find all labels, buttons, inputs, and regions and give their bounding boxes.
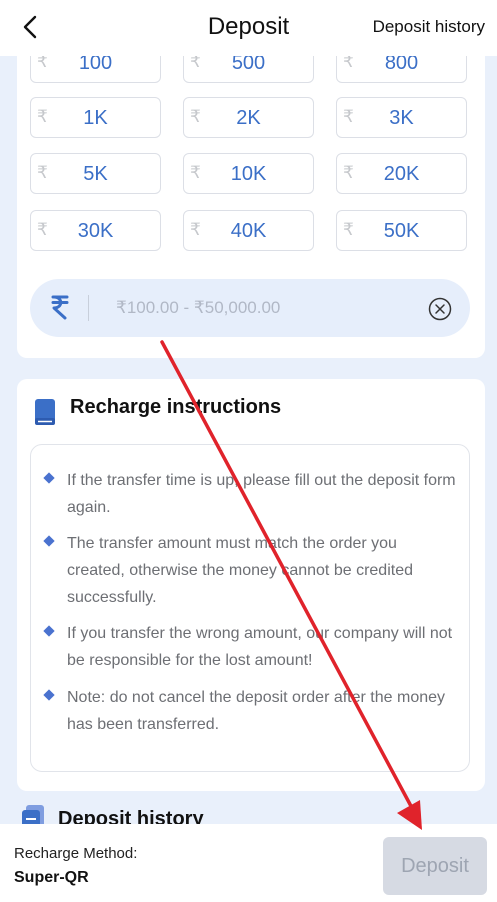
instruction-text: If you transfer the wrong amount, our co… [67, 625, 453, 669]
amount-button-1k[interactable]: ₹ 1K [30, 97, 161, 138]
diamond-bullet-icon [43, 535, 55, 547]
amount-value: 5K [83, 163, 108, 185]
instructions-list: If the transfer time is up, please fill … [30, 444, 470, 772]
amount-value: 3K [389, 107, 414, 129]
amount-value: 50K [383, 220, 420, 242]
amount-button-5k[interactable]: ₹ 5K [30, 153, 161, 194]
amount-value: 2K [236, 107, 261, 129]
instruction-text: Note: do not cancel the deposit order af… [67, 689, 446, 733]
clear-circle-icon[interactable] [427, 296, 453, 322]
amount-value: 1K [83, 107, 108, 129]
amount-button-10k[interactable]: ₹ 10K [183, 153, 314, 194]
amount-button-2k[interactable]: ₹ 2K [183, 97, 314, 138]
diamond-bullet-icon [43, 472, 55, 484]
header: Deposit Deposit history [0, 0, 497, 56]
amount-button-3k[interactable]: ₹ 3K [336, 97, 467, 138]
amount-placeholder: ₹100.00 - ₹50,000.00 [116, 298, 281, 317]
recharge-method-value: Super-QR [14, 869, 89, 886]
amount-button-50k[interactable]: ₹ 50K [336, 210, 467, 251]
amount-button-30k[interactable]: ₹ 30K [30, 210, 161, 251]
deposit-button[interactable]: Deposit [383, 837, 487, 895]
diamond-bullet-icon [43, 625, 55, 637]
amount-button-40k[interactable]: ₹ 40K [183, 210, 314, 251]
instruction-text: If the transfer time is up, please fill … [67, 472, 456, 516]
instructions-card: Recharge instructions If the transfer ti… [17, 379, 485, 791]
deposit-history-link[interactable]: Deposit history [373, 17, 485, 37]
instruction-text: The transfer amount must match the order… [67, 535, 413, 606]
bottom-bar: Recharge Method: Super-QR Deposit [0, 824, 497, 902]
section-title: Recharge instructions [70, 396, 282, 418]
amount-input[interactable]: ₹100.00 - ₹50,000.00 [30, 279, 470, 337]
amount-value: 20K [383, 163, 420, 185]
diamond-bullet-icon [43, 689, 55, 701]
amount-value: 40K [230, 220, 267, 242]
amount-value: 10K [230, 163, 267, 185]
rupee-icon [51, 295, 69, 320]
recharge-method-label: Recharge Method: [14, 845, 138, 862]
input-divider [88, 295, 89, 321]
book-icon [35, 399, 55, 425]
amount-button-20k[interactable]: ₹ 20K [336, 153, 467, 194]
amount-value: 30K [77, 220, 114, 242]
